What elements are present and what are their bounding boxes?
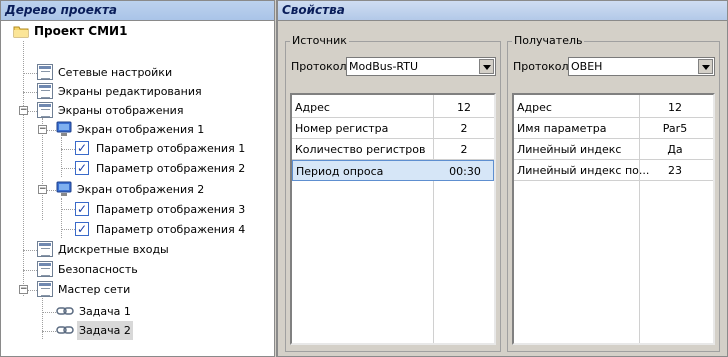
receiver-protocol-label: Протокол: [513,60,573,73]
source-group: Источник Протокол: ModBus-RTU Адрес 12 Н… [285,34,501,352]
table-row-selected[interactable]: Период опроса 00:30 [292,160,494,181]
properties-panel: Свойства Источник Протокол: ModBus-RTU А… [277,0,728,357]
project-folder-icon [13,23,29,39]
checkbox-checked-icon[interactable] [75,159,89,178]
edit-screens-icon [37,83,53,99]
expander-screen-1[interactable]: − [38,125,47,134]
receiver-group-title: Получатель [512,34,585,47]
tree-item-edit-screens[interactable]: Экраны редактирования [37,82,204,101]
tree-item-display-param-3[interactable]: Параметр отображения 3 [75,200,247,219]
table-row[interactable]: Адрес 12 [292,97,494,118]
discrete-inputs-icon [37,241,53,257]
monitor-icon [56,121,72,137]
monitor-icon [56,181,72,197]
expander-screens-display[interactable]: − [19,106,28,115]
source-protocol-label: Протокол: [291,60,351,73]
project-tree: − − − − Проект СМИ1 Сетевые настройки Эк… [1,22,274,356]
properties-header: Свойства [278,1,727,21]
tree-item-security[interactable]: Безопасность [37,260,140,279]
tree-item-display-screens[interactable]: Экраны отображения [37,101,185,120]
tree-item-task-2[interactable]: Задача 2 [56,321,133,340]
table-row[interactable]: Линейный индекс Да [514,139,713,160]
tree-item-task-1[interactable]: Задача 1 [56,302,133,321]
tree-item-display-param-1[interactable]: Параметр отображения 1 [75,139,247,158]
chevron-down-icon[interactable] [479,59,494,74]
expander-screen-2[interactable]: − [38,185,47,194]
source-group-title: Источник [290,34,349,47]
checkbox-checked-icon[interactable] [75,139,89,158]
expander-network-master[interactable]: − [19,285,28,294]
chevron-down-icon[interactable] [698,59,713,74]
tree-item-display-screen-1[interactable]: Экран отображения 1 [56,120,206,139]
chain-link-icon [56,322,74,338]
project-tree-panel: Дерево проекта − − − − Проект СМИ1 Сетев… [0,0,274,357]
network-master-icon [37,281,53,297]
table-row[interactable]: Адрес 12 [514,97,713,118]
table-row[interactable]: Линейный индекс по... 23 [514,160,713,181]
checkbox-checked-icon[interactable] [75,200,89,219]
tree-item-network-master[interactable]: Мастер сети [37,280,132,299]
table-row[interactable]: Количество регистров 2 [292,139,494,160]
project-tree-header: Дерево проекта [1,1,274,21]
receiver-protocol-select[interactable]: ОВЕН [568,57,715,76]
tree-item-display-param-2[interactable]: Параметр отображения 2 [75,159,247,178]
settings-screen-icon [37,64,53,80]
tree-root-project[interactable]: Проект СМИ1 [13,22,129,41]
tree-item-discrete-inputs[interactable]: Дискретные входы [37,240,171,259]
selected-tree-label: Задача 2 [77,321,133,340]
tree-item-display-screen-2[interactable]: Экран отображения 2 [56,180,206,199]
table-row[interactable]: Номер регистра 2 [292,118,494,139]
receiver-properties-table: Адрес 12 Имя параметра Par5 Линейный инд… [512,93,715,345]
table-row[interactable]: Имя параметра Par5 [514,118,713,139]
checkbox-checked-icon[interactable] [75,220,89,239]
security-icon [37,261,53,277]
tree-item-network-settings[interactable]: Сетевые настройки [37,63,174,82]
display-screens-icon [37,102,53,118]
source-protocol-select[interactable]: ModBus-RTU [346,57,496,76]
tree-item-display-param-4[interactable]: Параметр отображения 4 [75,220,247,239]
chain-link-icon [56,303,74,319]
receiver-group: Получатель Протокол: ОВЕН Адрес 12 Имя п… [507,34,720,352]
source-properties-table: Адрес 12 Номер регистра 2 Количество рег… [290,93,496,345]
